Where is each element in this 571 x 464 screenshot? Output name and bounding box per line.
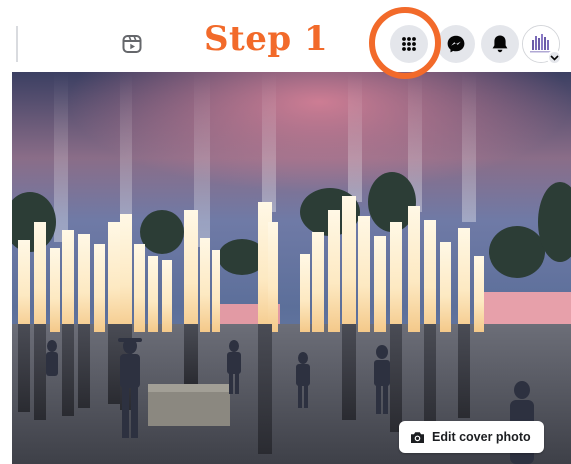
grid-menu-icon — [402, 37, 416, 51]
edit-cover-photo-button[interactable]: Edit cover photo — [399, 421, 544, 453]
step-annotation-label: Step 1 — [204, 19, 329, 59]
messenger-button[interactable] — [437, 25, 475, 63]
edit-cover-photo-label: Edit cover photo — [432, 430, 531, 444]
camera-icon — [409, 429, 425, 445]
messenger-icon — [447, 35, 465, 53]
menu-button[interactable] — [390, 25, 428, 63]
chevron-down-icon — [550, 54, 559, 61]
reels-button[interactable] — [116, 28, 148, 60]
cover-photo-image — [12, 72, 571, 464]
account-dropdown-button[interactable] — [547, 50, 562, 65]
bell-icon — [492, 35, 508, 53]
search-field-edge[interactable] — [0, 26, 18, 62]
facebook-profile-page: Step 1 Edit cover photo — [0, 0, 571, 464]
cover-photo — [12, 72, 571, 464]
top-navigation-bar: Step 1 — [0, 0, 571, 72]
notifications-button[interactable] — [481, 25, 519, 63]
reels-icon — [122, 35, 142, 53]
